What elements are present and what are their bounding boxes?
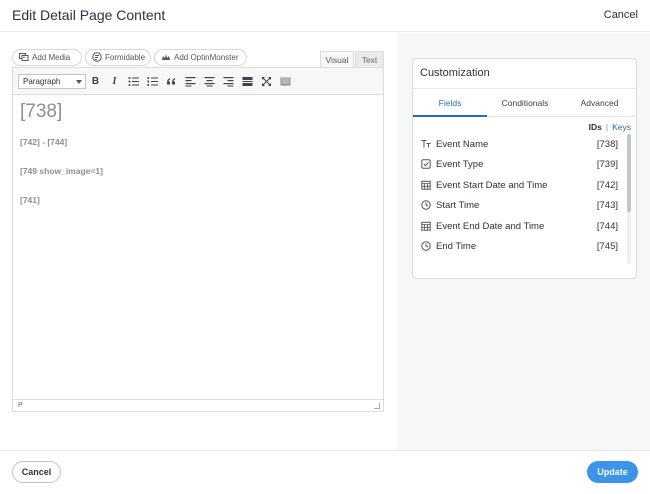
format-select-value: Paragraph — [23, 77, 61, 86]
field-item-start-time[interactable]: Start Time [743] — [420, 196, 618, 214]
align-right-button[interactable] — [222, 75, 235, 88]
keys-toggle[interactable]: Keys — [612, 122, 631, 132]
modal-footer: Cancel Update — [0, 450, 650, 494]
ids-toggle[interactable]: IDs — [589, 122, 602, 132]
content-line-4: [741] — [20, 195, 40, 205]
content-line-1: [738] — [20, 101, 63, 122]
add-optinmonster-button[interactable]: Add OptinMonster — [154, 49, 247, 66]
modal-title: Edit Detail Page Content — [12, 7, 166, 23]
tab-visual[interactable]: Visual — [320, 51, 354, 67]
field-id: [745] — [596, 240, 618, 252]
modal-header: Edit Detail Page Content Cancel — [0, 0, 650, 32]
field-id: [739] — [596, 158, 618, 170]
toggle-separator: | — [605, 122, 609, 132]
toolbar-toggle-button[interactable] — [279, 75, 292, 88]
panel-tabs: Fields Conditionals Advanced — [413, 88, 636, 117]
align-left-icon — [185, 77, 196, 87]
italic-icon: I — [112, 76, 117, 87]
fields-scrollbar-thumb[interactable] — [627, 134, 631, 212]
align-left-button[interactable] — [184, 75, 197, 88]
clock-icon — [420, 200, 431, 211]
field-item-event-start-date[interactable]: Event Start Date and Time [742] — [420, 176, 618, 194]
cancel-button[interactable]: Cancel — [12, 461, 61, 483]
content-editor[interactable]: Paragraph B I [738] [742] - [744] [749 s… — [12, 67, 384, 412]
field-id: [738] — [596, 138, 618, 150]
bullet-list-icon — [128, 77, 139, 86]
fullscreen-button[interactable] — [260, 75, 273, 88]
align-center-button[interactable] — [203, 75, 216, 88]
add-media-label: Add Media — [32, 53, 71, 62]
tab-text[interactable]: Text — [355, 51, 384, 67]
id-key-toggle: IDs | Keys — [589, 122, 631, 132]
field-name: Event Name — [436, 138, 489, 150]
field-id: [742] — [596, 179, 618, 191]
tab-fields[interactable]: Fields — [413, 89, 487, 117]
field-id: [744] — [596, 220, 618, 232]
add-media-button[interactable]: Add Media — [12, 49, 82, 66]
field-name: Event End Date and Time — [436, 220, 545, 232]
bullet-list-button[interactable] — [127, 75, 140, 88]
field-item-end-time[interactable]: End Time [745] — [420, 237, 618, 255]
update-button[interactable]: Update — [587, 461, 638, 483]
clock-icon — [420, 241, 431, 252]
field-name: Event Type — [436, 158, 484, 170]
content-line-3: [749 show_image=1] — [20, 166, 103, 176]
formidable-button[interactable]: Formidable — [85, 49, 151, 66]
align-center-icon — [204, 77, 215, 87]
format-select[interactable]: Paragraph — [18, 74, 86, 89]
tab-conditionals[interactable]: Conditionals — [487, 89, 563, 117]
field-item-event-type[interactable]: Event Type [739] — [420, 155, 618, 173]
italic-button[interactable]: I — [108, 75, 121, 88]
insert-more-icon — [242, 77, 253, 86]
bold-button[interactable]: B — [89, 75, 102, 88]
tab-advanced[interactable]: Advanced — [563, 89, 636, 117]
chevron-down-icon — [76, 80, 82, 84]
field-name: End Time — [436, 240, 477, 252]
calendar-icon — [420, 180, 431, 191]
header-cancel-button[interactable]: Cancel — [604, 9, 638, 21]
formidable-icon — [92, 51, 102, 64]
editor-toolbar: Paragraph B I — [13, 68, 383, 95]
formidable-label: Formidable — [105, 53, 146, 62]
customization-panel: Customization Fields Conditionals Advanc… — [412, 58, 637, 279]
blockquote-icon — [167, 78, 175, 85]
field-name: Event Start Date and Time — [436, 179, 548, 191]
align-right-icon — [223, 77, 234, 87]
field-name: Start Time — [436, 199, 480, 211]
keyboard-icon — [280, 77, 291, 86]
checkbox-icon — [420, 159, 431, 170]
bold-icon: B — [91, 76, 100, 87]
content-line-2: [742] - [744] — [20, 137, 68, 147]
element-path[interactable]: P — [18, 402, 23, 409]
blockquote-button[interactable] — [165, 75, 178, 88]
numbered-list-button[interactable] — [146, 75, 159, 88]
add-media-icon — [19, 52, 29, 64]
field-id: [743] — [596, 199, 618, 211]
numbered-list-icon — [147, 77, 158, 86]
insert-more-button[interactable] — [241, 75, 254, 88]
optinmonster-label: Add OptinMonster — [174, 53, 239, 62]
optinmonster-icon — [161, 52, 171, 64]
calendar-icon — [420, 221, 431, 232]
panel-title: Customization — [420, 67, 490, 79]
fullscreen-icon — [262, 77, 271, 86]
resize-handle-icon[interactable] — [374, 403, 380, 409]
field-item-event-end-date[interactable]: Event End Date and Time [744] — [420, 217, 618, 235]
field-item-event-name[interactable]: Event Name [738] — [420, 135, 618, 153]
text-icon — [420, 139, 431, 150]
editor-statusbar: P — [13, 399, 383, 411]
